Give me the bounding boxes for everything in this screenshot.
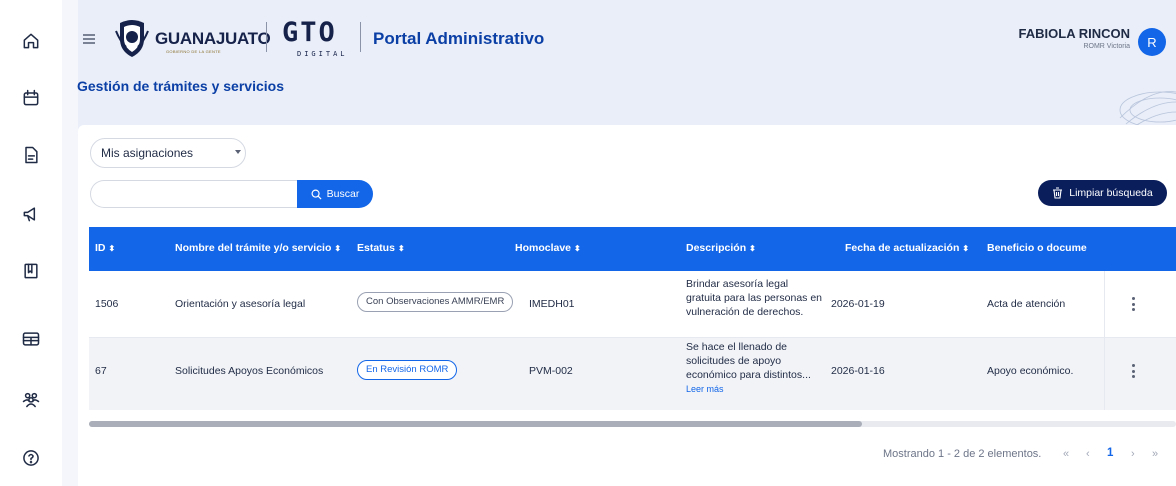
avatar[interactable]: R [1138,28,1166,56]
table-row: 1506 Orientación y asesoría legal Con Ob… [89,271,1176,338]
horizontal-scrollbar-thumb[interactable] [89,421,862,427]
pagination-summary: Mostrando 1 - 2 de 2 elementos. [883,448,1042,460]
help-icon[interactable] [20,447,42,469]
cell-benefit: Acta de atención [987,298,1066,310]
cell-name: Orientación y asesoría legal [175,298,306,310]
last-page-button[interactable]: » [1152,448,1158,460]
column-header-date[interactable]: Fecha de actualización ⬍ [845,242,969,254]
column-header-name[interactable]: Nombre del trámite y/o servicio ⬍ [175,242,341,254]
gto-logo-sub: DIGITAL [297,50,348,58]
guanajuato-seal-logo [115,20,149,57]
trash-icon [1053,187,1063,199]
read-more-link[interactable]: Leer más [686,384,724,394]
brand-tagline: GOBIERNO DE LA GENTE [166,49,221,54]
cell-description: Brindar asesoría legal gratuita para las… [686,278,823,318]
search-button-label: Buscar [326,188,360,200]
cell-id: 67 [95,365,107,377]
document-icon[interactable] [20,144,42,166]
chevron-down-icon [235,150,241,154]
search-input[interactable] [90,180,300,208]
home-icon[interactable] [20,30,42,52]
cell-benefit: Apoyo económico. [987,365,1074,377]
next-page-button[interactable]: › [1131,448,1135,460]
globe-decoration-icon [1119,91,1176,129]
menu-icon[interactable] [83,34,95,44]
megaphone-icon[interactable] [20,203,42,225]
header-divider [266,22,267,52]
column-header-status[interactable]: Estatus ⬍ [357,242,405,254]
brand-name: GUANAJUATO [155,29,271,48]
table-header: ID ⬍ Nombre del trámite y/o servicio ⬍ Est… [89,227,1176,271]
more-options-icon[interactable] [1132,364,1136,381]
users-icon[interactable] [20,388,42,410]
more-options-icon[interactable] [1132,297,1136,314]
prev-page-button[interactable]: ‹ [1086,448,1090,460]
book-icon[interactable] [20,260,42,282]
status-badge: Con Observaciones AMMR/EMR [357,292,514,312]
portal-title: Portal Administrativo [373,29,545,48]
gto-logo: GTO [282,17,337,48]
current-page[interactable]: 1 [1107,447,1113,459]
header-divider [360,22,361,52]
calendar-icon[interactable] [20,87,42,109]
clear-search-label: Limpiar búsqueda [1069,187,1153,199]
user-role: ROMR Victoria [1083,43,1130,50]
row-actions-cell [1104,338,1176,410]
description-text: Se hace el llenado de solicitudes de apo… [686,341,811,381]
sidebar [0,0,62,486]
cell-name: Solicitudes Apoyos Económicos [175,365,324,377]
column-header-homoclave[interactable]: Homoclave ⬍ [515,242,581,254]
table-row: 67 Solicitudes Apoyos Económicos En Revi… [89,338,1176,410]
cell-homoclave: IMEDH01 [529,298,575,310]
page-title: Gestión de trámites y servicios [77,78,284,94]
user-name: FABIOLA RINCON [1018,26,1130,41]
row-actions-cell [1104,271,1176,337]
cell-homoclave: PVM-002 [529,365,573,377]
column-header-description[interactable]: Descripción ⬍ [686,242,756,254]
search-icon [311,189,322,200]
clear-search-button[interactable]: Limpiar búsqueda [1038,180,1167,206]
column-header-benefit: Beneficio o docume [987,242,1087,254]
first-page-button[interactable]: « [1063,448,1069,460]
column-header-id[interactable]: ID ⬍ [95,242,115,254]
cell-description: Se hace el llenado de solicitudes de apo… [686,340,820,396]
cell-id: 1506 [95,298,119,310]
cell-date: 2026-01-16 [831,365,885,377]
search-button[interactable]: Buscar [297,180,373,208]
status-badge: En Revisión ROMR [357,360,458,380]
cell-date: 2026-01-19 [831,298,885,310]
assignments-select[interactable]: Mis asignaciones [90,138,246,168]
table-icon[interactable] [20,328,42,350]
